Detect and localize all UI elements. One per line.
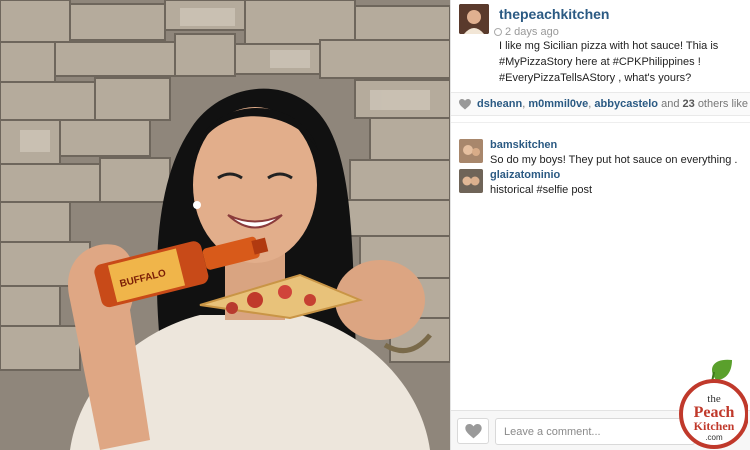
- list-item: bamskitchen So do my boys! They put hot …: [459, 123, 743, 166]
- logo-line-com: .com: [705, 433, 723, 442]
- leaf-icon: [711, 359, 732, 383]
- like-button[interactable]: [457, 418, 489, 444]
- list-item: glaizatominio historical #selfie post: [459, 153, 743, 196]
- comment-text: historical #selfie post: [490, 184, 593, 196]
- likes-bar: dsheann, m0mmil0ve, abbycastelo and 23 o…: [451, 92, 750, 116]
- logo-line-kitchen: Kitchen: [694, 419, 735, 433]
- post-timestamp-text: 2 days ago: [505, 26, 559, 38]
- post-header: thepeachkitchen 2 days ago I like mg Sic…: [459, 4, 747, 92]
- clock-icon: [494, 28, 502, 36]
- likes-suffix: others like this.: [697, 98, 750, 110]
- liker-link[interactable]: abbycastelo: [594, 98, 658, 110]
- post-photo[interactable]: BUFFALO: [0, 0, 450, 450]
- likes-and: and: [661, 98, 680, 110]
- watermark-logo: the Peach Kitchen .com: [676, 358, 749, 450]
- heart-icon: [465, 424, 482, 439]
- post-caption: I like mg Sicilian pizza with hot sauce!…: [499, 38, 745, 86]
- liker-link[interactable]: dsheann: [477, 98, 522, 110]
- commenter-username[interactable]: bamskitchen: [490, 139, 557, 151]
- heart-small-icon: [459, 99, 471, 110]
- post-timestamp: 2 days ago: [494, 26, 559, 38]
- liker-link[interactable]: m0mmil0ve: [528, 98, 588, 110]
- post-author-username[interactable]: thepeachkitchen: [499, 6, 609, 22]
- commenter-avatar[interactable]: [459, 169, 483, 193]
- caption-line: #MyPizzaStory here at #CPKPhilippines !: [499, 56, 701, 68]
- caption-line: I like mg Sicilian pizza with hot sauce!…: [499, 40, 719, 52]
- comment-input[interactable]: [495, 418, 695, 445]
- commenter-username[interactable]: glaizatominio: [490, 169, 560, 181]
- post-author-avatar[interactable]: [459, 4, 489, 34]
- photo-illustration: BUFFALO: [0, 0, 450, 450]
- caption-line: #EveryPizzaTellsAStory , what's yours?: [499, 72, 692, 84]
- likes-count[interactable]: 23: [683, 98, 695, 110]
